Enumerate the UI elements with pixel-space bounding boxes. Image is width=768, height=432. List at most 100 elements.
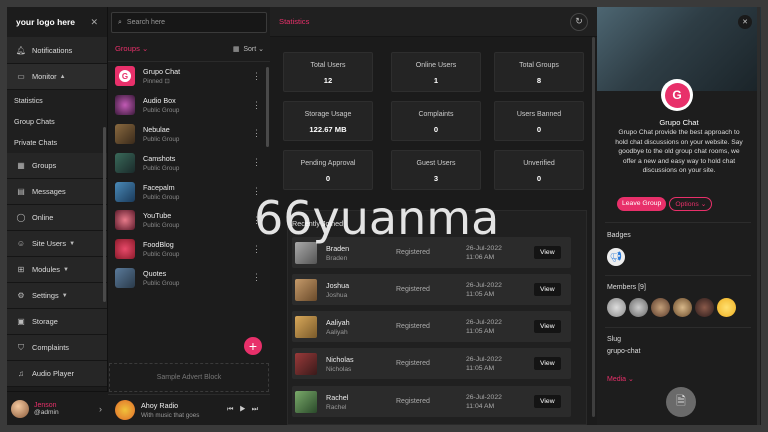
table-row[interactable]: Joshua Joshua Registered 26-Jul-2022 11:05…	[292, 274, 571, 305]
list-item[interactable]: FoodBlog Public Group ⋮	[108, 235, 270, 264]
list-item[interactable]: Camshots Public Group ⋮	[108, 148, 270, 177]
stat-label: Storage Usage	[304, 111, 352, 118]
avatar[interactable]	[695, 298, 714, 317]
group-avatar	[115, 123, 135, 144]
sidebar-scrollbar[interactable]	[103, 127, 106, 302]
refresh-icon[interactable]: ↻	[570, 12, 588, 31]
list-item[interactable]: YouTube Public Group ⋮	[108, 206, 270, 235]
more-icon[interactable]: ⋮	[252, 157, 261, 168]
table-row[interactable]: Rachel Rachel Registered 26-Jul-2022 11:04…	[292, 386, 571, 417]
sidebar-item-modules[interactable]: ⊞ Modules ▼	[7, 257, 107, 283]
previous-icon[interactable]: ⏮	[227, 406, 239, 413]
view-button[interactable]: View	[534, 283, 561, 296]
sidebar-item-label: Audio Player	[32, 369, 74, 378]
join-date-time: 11:06 AM	[466, 253, 495, 261]
avatar	[295, 390, 317, 413]
media-dropdown[interactable]: Media ⌄	[607, 375, 634, 383]
user-status: Registered	[396, 323, 430, 330]
current-user[interactable]: Jenson @admin ›	[7, 391, 108, 425]
storage-icon: ▣	[17, 317, 25, 326]
add-group-button[interactable]: +	[244, 337, 262, 355]
sidebar-item-audio-player[interactable]: ♫ Audio Player	[7, 361, 107, 387]
sidebar-item-groups[interactable]: ▦ Groups	[7, 153, 107, 179]
sidebar-item-messages[interactable]: ▤ Messages	[7, 179, 107, 205]
join-date: 26-Jul-2022 11:06 AM	[466, 244, 534, 262]
leave-group-button[interactable]: Leave Group	[617, 197, 667, 211]
stat-card: Storage Usage 122.67 MB	[283, 101, 373, 141]
list-item[interactable]: Nebulae Public Group ⋮	[108, 120, 270, 149]
audio-icon: ♫	[18, 369, 24, 378]
stat-card: Pending Approval 0	[283, 150, 373, 190]
sort-button[interactable]: ▦ Sort ⌄	[233, 45, 264, 53]
sidebar-item-group-chats[interactable]: Group Chats	[7, 111, 107, 132]
chevron-right-icon[interactable]: ›	[99, 404, 102, 414]
members-avatars	[607, 298, 736, 317]
group-sub: Public Group	[143, 222, 180, 230]
more-icon[interactable]: ⋮	[252, 100, 261, 111]
table-row[interactable]: Aaliyah Aaliyah Registered 26-Jul-2022 11:…	[292, 311, 571, 342]
view-button[interactable]: View	[534, 357, 561, 370]
list-item[interactable]: Facepalm Public Group ⋮	[108, 177, 270, 206]
sidebar-item-complaints[interactable]: ⛉ Complaints	[7, 335, 107, 361]
sidebar-item-label: Private Chats	[14, 138, 58, 147]
document-icon[interactable]: 🗎	[666, 387, 696, 417]
shield-icon: ⛉	[18, 342, 24, 352]
sidebar-item-site-users[interactable]: ☺ Site Users ▼	[7, 231, 107, 257]
sidebar-item-label: Storage	[32, 317, 58, 326]
more-icon[interactable]: ⋮	[252, 71, 261, 82]
play-icon[interactable]: ▶	[239, 406, 251, 413]
groups-scrollbar[interactable]	[266, 67, 269, 147]
table-row[interactable]: Nicholas Nicholas Registered 26-Jul-2022 1…	[292, 348, 571, 379]
more-icon[interactable]: ⋮	[252, 244, 261, 255]
panel-scrollbar[interactable]	[757, 7, 760, 425]
messages-icon: ▤	[17, 187, 25, 196]
user-handle: Braden	[326, 254, 348, 262]
sidebar-item-label: Modules	[32, 265, 60, 274]
sidebar-item-statistics[interactable]: Statistics	[7, 90, 107, 111]
slug-label: Slug	[607, 336, 622, 343]
sidebar-item-settings[interactable]: ⚙ Settings ▼	[7, 283, 107, 309]
avatar[interactable]	[673, 298, 692, 317]
sidebar: your logo here ✕ 🔔︎ Notifications ▭ Moni…	[7, 7, 108, 425]
view-button[interactable]: View	[534, 395, 561, 408]
avatar	[11, 399, 29, 418]
user-name: Nicholas	[326, 354, 354, 364]
sidebar-item-online[interactable]: ◯ Online	[7, 205, 107, 231]
more-icon[interactable]: ⋮	[252, 128, 261, 139]
main-scrollbar[interactable]	[592, 37, 595, 417]
avatar[interactable]	[607, 298, 626, 317]
group-name: Grupo Chat	[659, 118, 699, 127]
chevron-down-icon: ▼	[62, 266, 69, 273]
more-icon[interactable]: ⋮	[252, 272, 261, 283]
join-date: 26-Jul-2022 11:05 AM	[466, 318, 534, 336]
close-sidebar-icon[interactable]: ✕	[90, 17, 98, 28]
stat-value: 0	[536, 125, 542, 134]
avatar[interactable]	[651, 298, 670, 317]
next-icon[interactable]: ⏭	[252, 406, 264, 413]
view-button[interactable]: View	[534, 246, 561, 259]
group-avatar	[115, 210, 135, 231]
avatar	[295, 352, 317, 375]
sidebar-item-private-chats[interactable]: Private Chats	[7, 132, 107, 153]
groups-filter-dropdown[interactable]: Groups ⌄	[115, 44, 148, 53]
avatar[interactable]	[717, 298, 736, 317]
sidebar-item-notifications[interactable]: 🔔︎ Notifications	[7, 37, 107, 64]
view-button[interactable]: View	[534, 320, 561, 333]
group-avatar	[115, 239, 135, 260]
group-sub: Pinned ⊡	[143, 78, 180, 85]
list-item[interactable]: Quotes Public Group ⋮	[108, 264, 270, 293]
sidebar-item-label: Complaints	[32, 343, 69, 352]
search-input[interactable]: ⌕ Search here	[111, 12, 267, 33]
page-title: Statistics	[279, 17, 310, 26]
sidebar-item-label: Online	[32, 213, 54, 222]
close-icon[interactable]: ✕	[738, 15, 752, 29]
options-button[interactable]: Options ⌄	[669, 197, 713, 211]
sidebar-item-monitor[interactable]: ▭ Monitor ▲	[7, 64, 107, 90]
avatar[interactable]	[629, 298, 648, 317]
list-item[interactable]: Audio Box Public Group ⋮	[108, 91, 270, 120]
sidebar-item-storage[interactable]: ▣ Storage	[7, 309, 107, 335]
group-sub: Public Group	[143, 135, 180, 143]
group-info-panel: ✕ G Grupo Chat Grupo Chat provide the be…	[597, 7, 761, 425]
list-item[interactable]: G Grupo Chat Pinned ⊡ ⋮	[108, 62, 270, 91]
group-logo: G	[661, 79, 693, 111]
